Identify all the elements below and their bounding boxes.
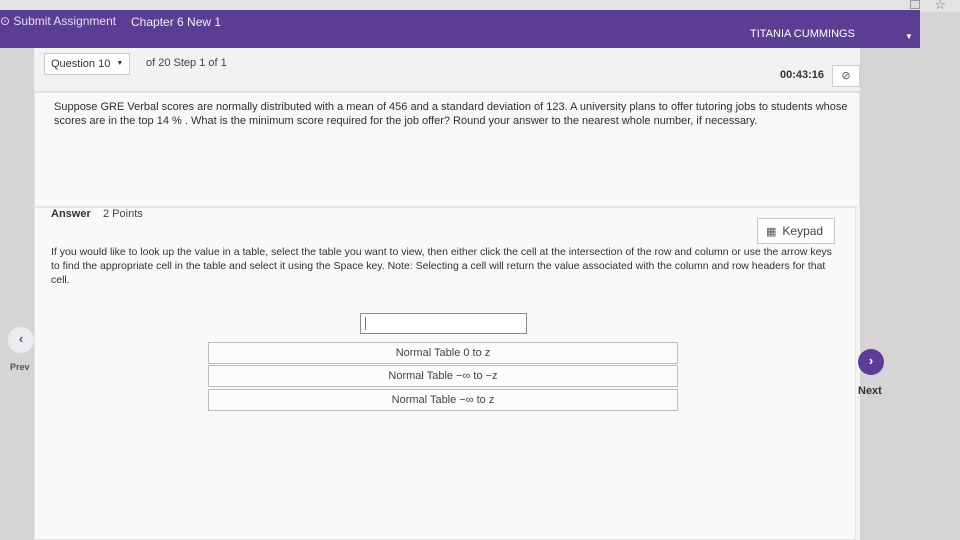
normal-table-neg-inf-to-z-button[interactable]: Normal Table −∞ to z — [208, 389, 678, 411]
extension-icon[interactable] — [910, 0, 920, 9]
bookmark-star-icon[interactable]: ☆ — [934, 0, 946, 13]
chevron-down-icon: ▼ — [116, 60, 124, 68]
question-progress: of 20 Step 1 of 1 — [146, 57, 227, 69]
question-select-label: Question 10 — [51, 58, 111, 70]
next-button[interactable]: › — [858, 349, 884, 375]
normal-table-neg-inf-to-neg-z-button[interactable]: Normal Table −∞ to −z — [208, 365, 678, 387]
next-label[interactable]: Next — [858, 385, 882, 397]
eye-slash-icon: ⊘ — [841, 70, 851, 82]
keypad-label: Keypad — [782, 224, 824, 238]
answer-points: 2 Points — [103, 208, 143, 220]
hide-timer-button[interactable]: ⊘ — [832, 65, 860, 87]
prev-label[interactable]: Prev — [10, 362, 30, 372]
chevron-left-icon: ‹ — [18, 331, 24, 346]
question-text: Suppose GRE Verbal scores are normally d… — [54, 101, 848, 127]
chapter-title: Chapter 6 New 1 — [131, 15, 222, 29]
answer-label: Answer — [51, 208, 91, 220]
caret-down-icon[interactable]: ▼ — [905, 32, 913, 41]
user-name[interactable]: TITANIA CUMMINGS — [750, 28, 855, 40]
answer-input[interactable] — [360, 313, 527, 334]
text-cursor — [365, 317, 366, 330]
timer: 00:43:16 — [780, 69, 825, 81]
assignment-header: ⊙ Submit Assignment Chapter 6 New 1 TITA… — [0, 10, 920, 48]
submit-assignment-button[interactable]: ⊙ Submit Assignment — [0, 14, 116, 28]
question-select[interactable]: Question 10 ▼ — [44, 53, 130, 75]
chevron-right-icon: › — [868, 353, 874, 368]
table-instructions: If you would like to look up the value i… — [51, 246, 832, 286]
prev-button[interactable]: ‹ — [8, 327, 34, 353]
keypad-button[interactable]: ▦ Keypad — [757, 218, 835, 244]
calculator-icon: ▦ — [766, 226, 777, 238]
normal-table-0-to-z-button[interactable]: Normal Table 0 to z — [208, 342, 678, 364]
question-nav-bar: Question 10 ▼ of 20 Step 1 of 1 00:43:16 … — [34, 50, 860, 92]
